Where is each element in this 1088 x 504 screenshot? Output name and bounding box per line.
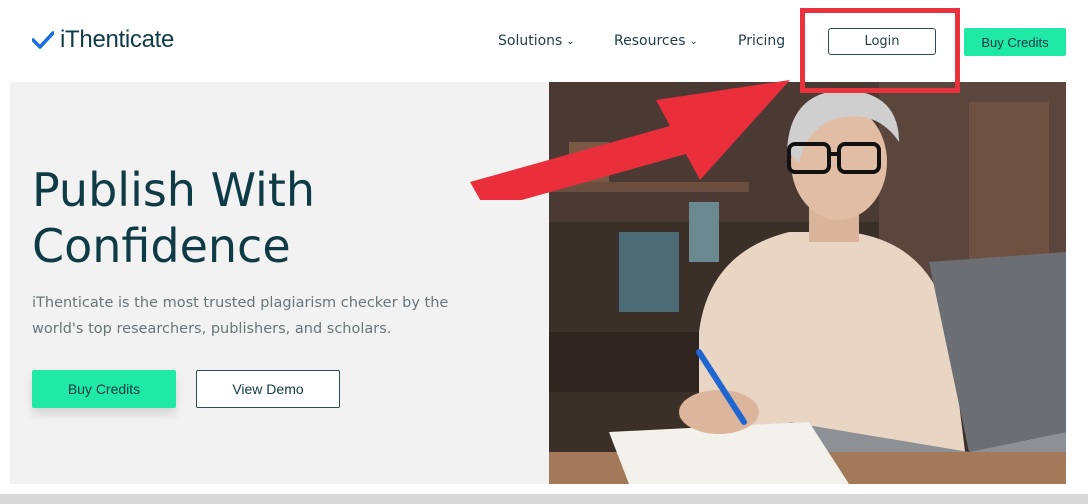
- hero-section: Publish With Confidence iThenticate is t…: [10, 82, 1066, 484]
- view-demo-button[interactable]: View Demo: [196, 370, 340, 408]
- logo[interactable]: iThenticate: [32, 26, 174, 54]
- chevron-down-icon: ⌄: [689, 35, 698, 47]
- nav-resources-label: Resources: [614, 33, 686, 49]
- nav-solutions[interactable]: Solutions ⌄: [498, 33, 575, 49]
- chevron-down-icon: ⌄: [566, 35, 575, 47]
- page: iThenticate Solutions ⌄ Resources ⌄ Pric…: [0, 0, 1088, 504]
- nav-solutions-label: Solutions: [498, 33, 563, 49]
- page-bottom-strip: [0, 494, 1088, 504]
- hero-buy-credits-button[interactable]: Buy Credits: [32, 370, 176, 408]
- logo-text: iThenticate: [60, 26, 175, 53]
- woman-at-laptop-photo: [549, 82, 1066, 484]
- hero-description: iThenticate is the most trusted plagiari…: [32, 295, 449, 337]
- hero-photo: [549, 82, 1066, 484]
- nav-pricing[interactable]: Pricing: [738, 33, 785, 49]
- header-buy-credits-button[interactable]: Buy Credits: [964, 28, 1066, 56]
- hero-title: Publish With Confidence: [32, 163, 316, 273]
- checkmark-icon: [32, 31, 54, 49]
- nav-pricing-label: Pricing: [738, 33, 786, 49]
- nav-resources[interactable]: Resources ⌄: [614, 33, 698, 49]
- site-header: iThenticate Solutions ⌄ Resources ⌄ Pric…: [0, 0, 1088, 82]
- login-button[interactable]: Login: [828, 28, 936, 55]
